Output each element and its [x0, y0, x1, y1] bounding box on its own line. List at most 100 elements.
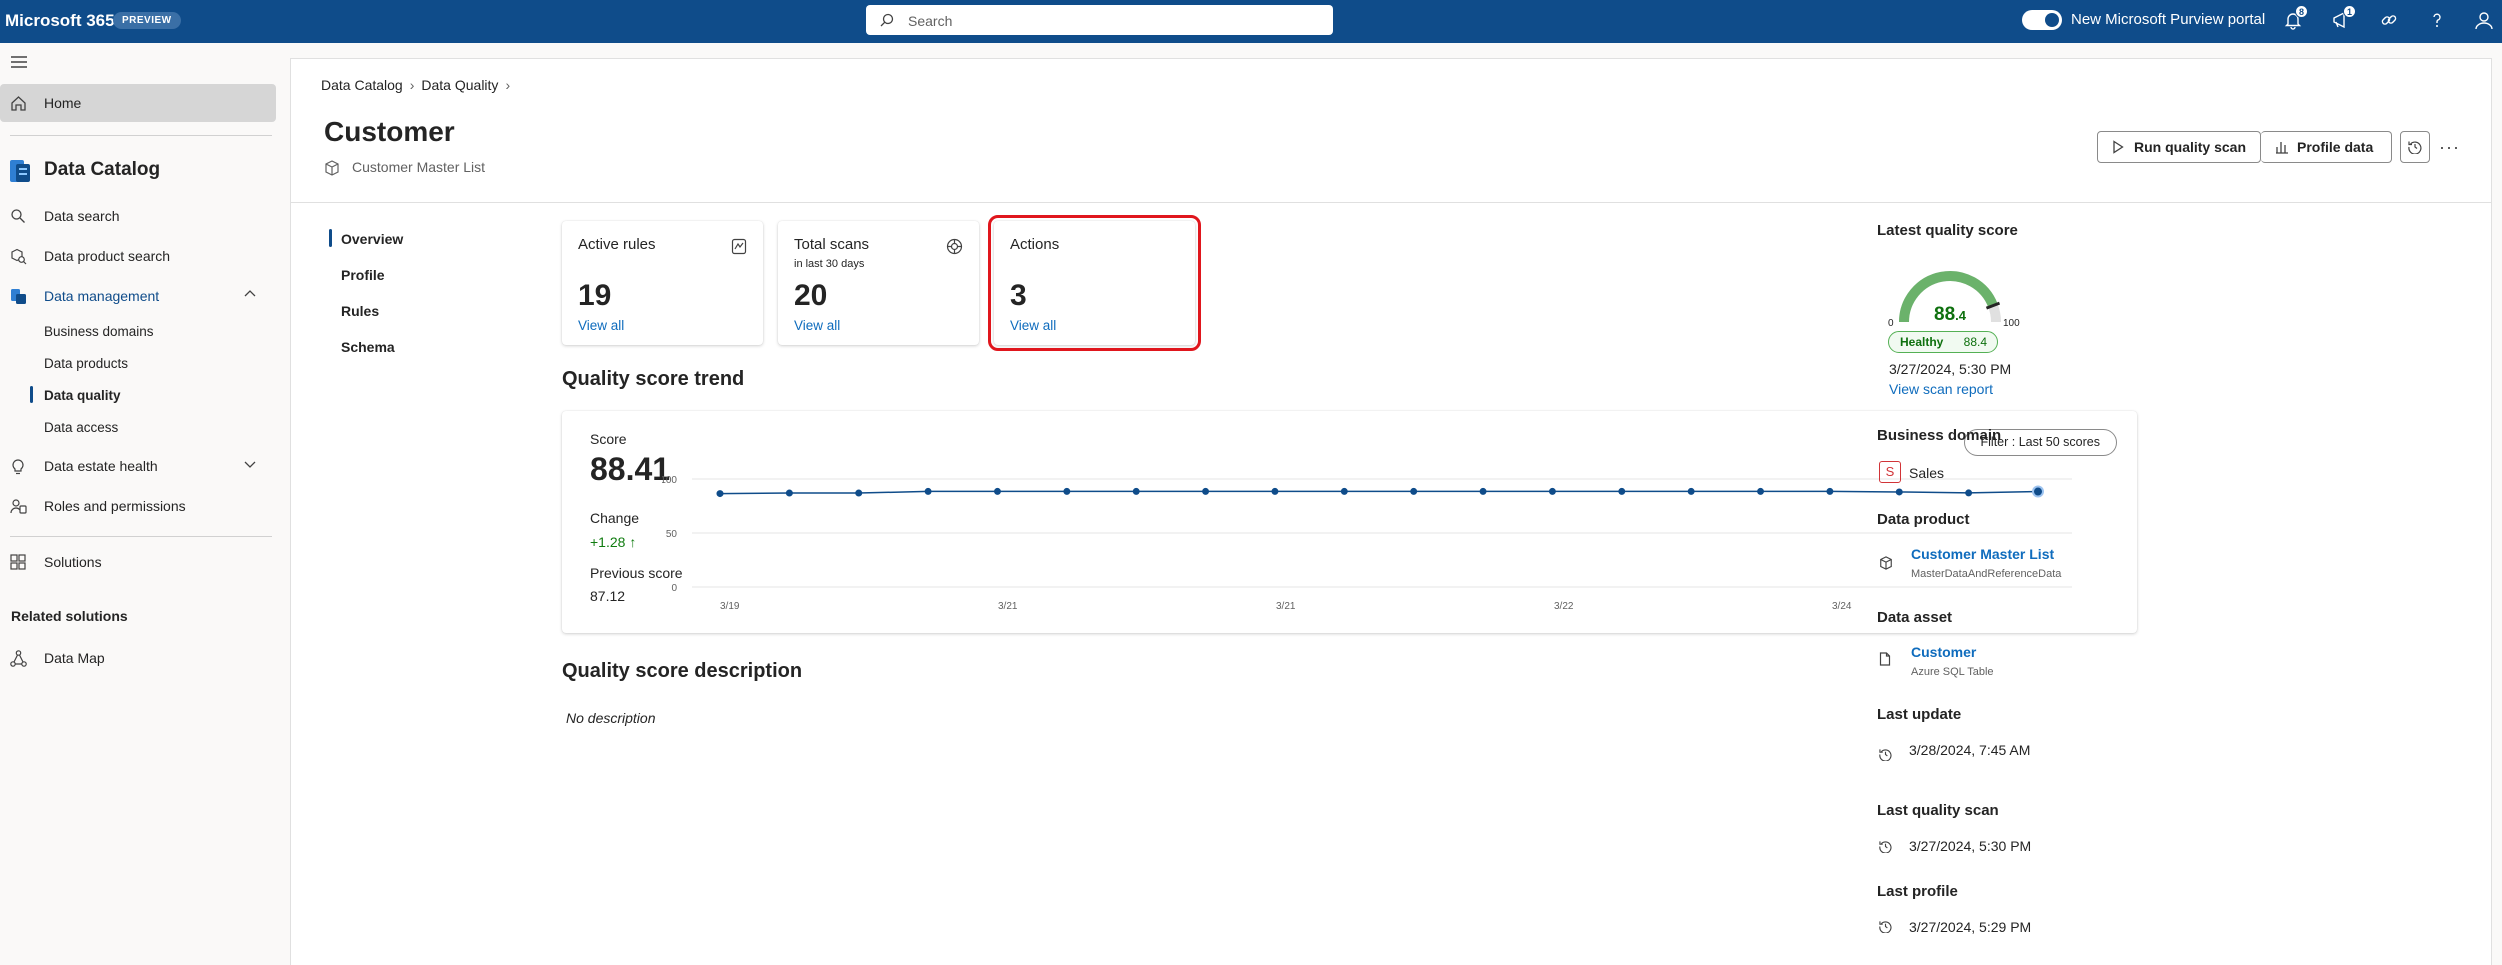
nav-data-search-label: Data search — [44, 208, 120, 224]
portal-toggle[interactable] — [2022, 10, 2062, 30]
chevron-down-icon[interactable] — [244, 461, 256, 469]
data-product-link[interactable]: Customer Master List — [1911, 546, 2054, 562]
nav-divider — [10, 135, 272, 136]
nav-data-product-search[interactable]: Data product search — [0, 241, 276, 271]
y-tick-label: 100 — [662, 475, 677, 486]
preview-badge: PREVIEW — [113, 12, 181, 29]
business-domain-header: Business domain — [1877, 427, 2002, 444]
data-point — [1548, 487, 1556, 495]
tab-overview[interactable]: Overview — [341, 231, 403, 247]
breadcrumb-data-catalog[interactable]: Data Catalog — [321, 77, 403, 93]
brand-title[interactable]: Microsoft 365 — [5, 11, 115, 31]
quality-trend-title: Quality score trend — [562, 368, 745, 390]
description-title: Quality score description — [562, 660, 803, 682]
bell-icon[interactable]: 8 — [2282, 5, 2308, 33]
view-all-link[interactable]: View all — [1010, 318, 1056, 333]
actions-card: Actions 3 View all — [988, 215, 1201, 351]
last-profile-date: 3/27/2024, 5:29 PM — [1909, 919, 2032, 935]
page-title: Customer — [324, 116, 455, 147]
x-tick-label: 3/22 — [1554, 601, 1574, 612]
healthy-value: 88.4 — [1963, 335, 1987, 349]
data-point — [1132, 487, 1140, 495]
data-point — [785, 489, 793, 497]
last-profile-header: Last profile — [1877, 883, 1958, 900]
breadcrumb-data-quality[interactable]: Data Quality — [421, 77, 498, 93]
nav-solutions[interactable]: Solutions — [0, 547, 276, 577]
gauge-max-label: 100 — [2003, 318, 2020, 329]
page-subtitle-text: Customer Master List — [352, 159, 486, 175]
data-point — [1687, 487, 1695, 495]
nav-data-quality[interactable]: Data quality — [44, 388, 121, 414]
card-title: Actions — [1010, 236, 1060, 253]
nav-home[interactable]: Home — [0, 84, 276, 122]
y-tick-label: 0 — [671, 583, 677, 594]
search-box[interactable]: Search — [866, 5, 1333, 35]
history-icon — [1879, 920, 1892, 933]
play-icon — [2112, 140, 2124, 154]
cube-icon — [1879, 556, 1893, 570]
data-point — [1757, 487, 1765, 495]
history-button[interactable] — [2400, 131, 2430, 163]
data-point — [2032, 485, 2044, 498]
search-input[interactable]: Search — [908, 13, 952, 29]
score-value: 88.41 — [590, 451, 671, 487]
help-icon[interactable] — [2426, 9, 2450, 33]
profile-data-button[interactable]: Profile data — [2261, 131, 2392, 163]
chart-bar-icon — [2275, 140, 2289, 154]
score-label: Score — [590, 431, 627, 447]
nav-business-domains[interactable]: Business domains — [44, 324, 154, 350]
data-point — [1965, 489, 1973, 497]
hamburger-menu-icon[interactable] — [10, 55, 28, 69]
nav-data-access[interactable]: Data access — [44, 420, 118, 446]
nav-data-estate-health[interactable]: Data estate health — [0, 451, 276, 481]
link-icon[interactable] — [2378, 9, 2402, 33]
nav-data-products[interactable]: Data products — [44, 356, 128, 382]
card-value: 3 — [1010, 279, 1027, 312]
run-quality-scan-label: Run quality scan — [2134, 139, 2247, 155]
notification-count: 8 — [2295, 5, 2308, 18]
megaphone-icon[interactable]: 1 — [2330, 5, 2356, 33]
data-point — [1340, 487, 1348, 495]
run-quality-scan-button[interactable]: Run quality scan — [2097, 131, 2261, 163]
description-text: No description — [566, 710, 656, 726]
card-title: Total scans — [794, 236, 870, 253]
solutions-icon — [10, 554, 26, 570]
data-product-header: Data product — [1877, 511, 1970, 528]
tab-rules[interactable]: Rules — [341, 303, 379, 319]
nav-data-search[interactable]: Data search — [0, 201, 276, 231]
x-tick-label: 3/21 — [998, 601, 1018, 612]
nav-solutions-label: Solutions — [44, 554, 102, 570]
nav-data-map-label: Data Map — [44, 650, 105, 666]
card-title: Active rules — [578, 236, 656, 253]
portal-toggle-label: New Microsoft Purview portal — [2071, 11, 2266, 28]
view-all-link[interactable]: View all — [794, 318, 840, 333]
tab-schema[interactable]: Schema — [341, 339, 395, 355]
search-icon — [10, 208, 26, 224]
nav-data-management[interactable]: Data management — [0, 281, 276, 311]
more-options-button[interactable]: ··· — [2439, 137, 2460, 158]
chevron-up-icon[interactable] — [244, 289, 256, 297]
business-domain-name[interactable]: Sales — [1909, 465, 1944, 481]
data-point — [1063, 487, 1071, 495]
lightbulb-icon — [10, 458, 26, 475]
data-asset-header: Data asset — [1877, 609, 1953, 626]
x-tick-label: 3/24 — [1832, 601, 1852, 612]
total-scans-card: Total scans in last 30 days 20 View all — [778, 221, 979, 345]
change-label: Change — [590, 510, 640, 526]
data-asset-link[interactable]: Customer — [1911, 644, 1976, 660]
alert-count: 1 — [2343, 5, 2356, 18]
tab-profile[interactable]: Profile — [341, 267, 385, 283]
user-avatar-icon[interactable] — [2473, 9, 2497, 33]
view-all-link[interactable]: View all — [578, 318, 624, 333]
data-point — [1271, 487, 1279, 495]
healthy-label: Healthy — [1900, 335, 1944, 349]
nav-data-map[interactable]: Data Map — [0, 643, 276, 673]
last-update-header: Last update — [1877, 706, 1962, 723]
main-content: Data Catalog › Data Quality › Customer Cust… — [290, 58, 2492, 965]
view-scan-report-link[interactable]: View scan report — [1889, 381, 1993, 397]
header-divider — [291, 202, 2491, 203]
data-management-icon — [10, 288, 28, 305]
healthy-badge: Healthy 88.4 — [1888, 331, 1998, 353]
nav-roles-and-permissions[interactable]: Roles and permissions — [0, 491, 276, 521]
top-bar: Microsoft 365 PREVIEW Search New Microso… — [0, 0, 2502, 43]
